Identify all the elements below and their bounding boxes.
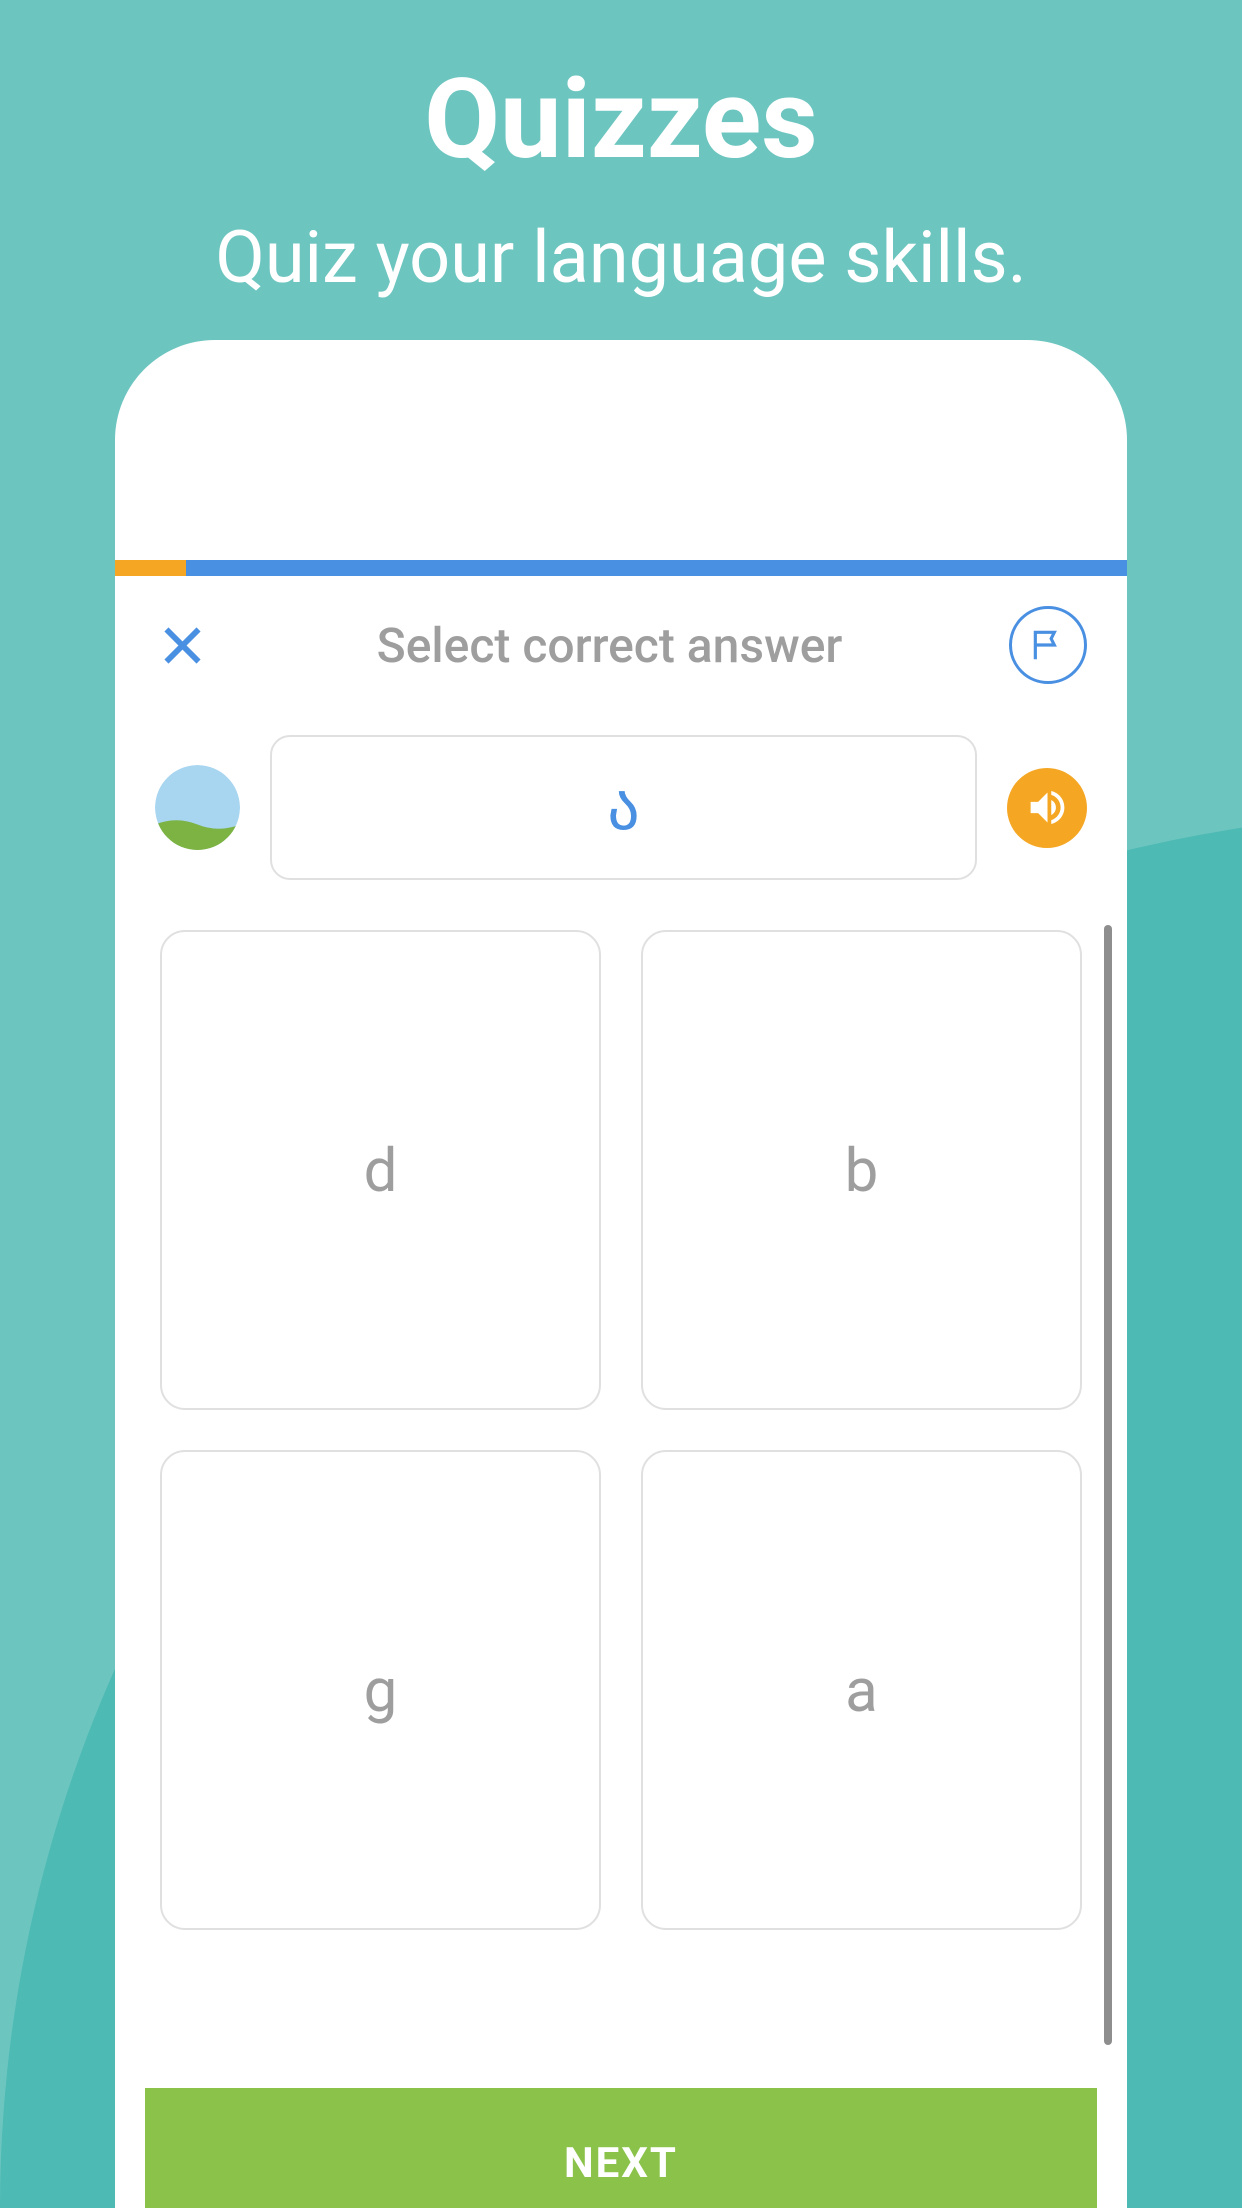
phone-mockup: Select correct answer ა d b g a: [115, 340, 1127, 2208]
close-icon: [155, 618, 210, 673]
close-button[interactable]: [155, 618, 210, 673]
play-sound-button[interactable]: [1007, 768, 1087, 848]
language-icon[interactable]: [155, 765, 240, 850]
question-display: ა: [270, 735, 977, 880]
next-button[interactable]: NEXT: [145, 2088, 1097, 2208]
flag-icon: [1029, 626, 1067, 664]
hero-title: Quizzes: [0, 55, 1242, 184]
answer-option-0[interactable]: d: [160, 930, 601, 1410]
answer-option-3[interactable]: a: [641, 1450, 1082, 1930]
answer-option-2[interactable]: g: [160, 1450, 601, 1930]
progress-bar-fill: [115, 560, 186, 576]
hero-subtitle: Quiz your language skills.: [0, 215, 1242, 300]
instruction-label: Select correct answer: [210, 617, 1009, 674]
scrollbar[interactable]: [1104, 925, 1112, 2045]
answer-option-1[interactable]: b: [641, 930, 1082, 1410]
progress-bar: [115, 560, 1127, 576]
flag-button[interactable]: [1009, 606, 1087, 684]
answers-scrollarea[interactable]: d b g a: [160, 930, 1082, 2088]
speaker-icon: [1025, 785, 1070, 830]
